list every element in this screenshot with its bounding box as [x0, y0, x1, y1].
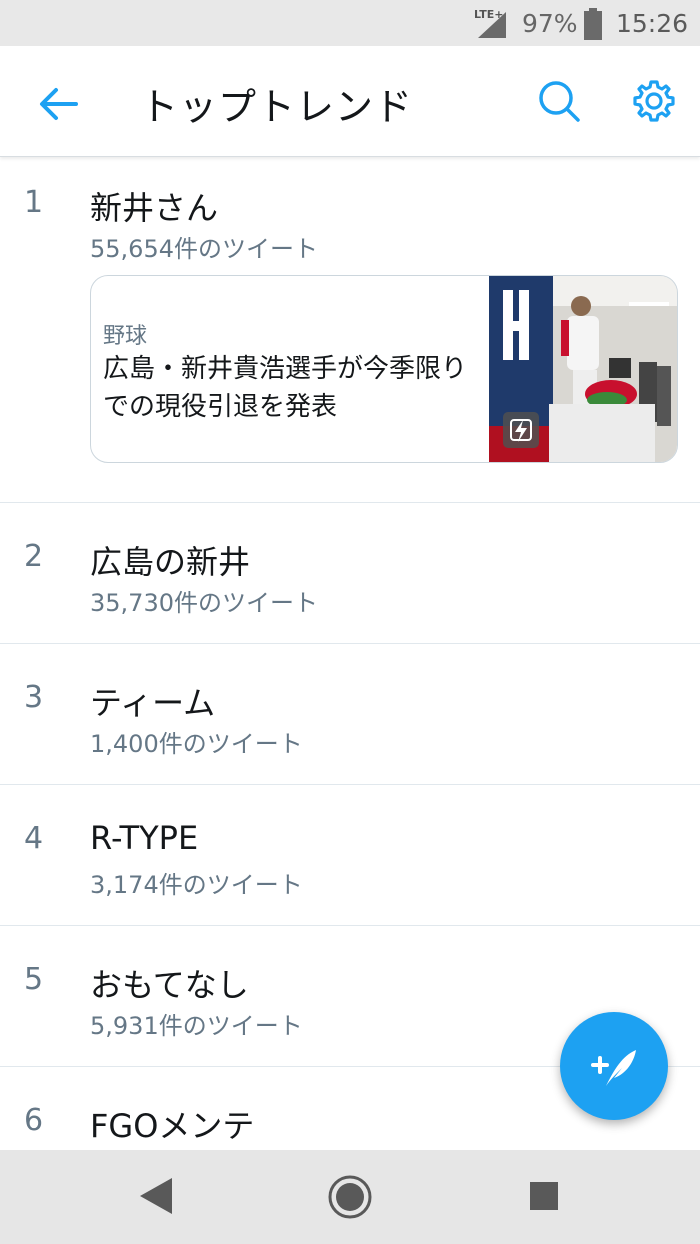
trend-rank: 3	[24, 680, 44, 715]
compose-button[interactable]	[560, 1012, 668, 1120]
trend-tweet-count: 5,931件のツイート	[90, 1012, 303, 1040]
trend-name: 新井さん	[90, 189, 219, 227]
trend-tweet-count: 35,730件のツイート	[90, 589, 318, 617]
trend-rank: 1	[24, 185, 44, 220]
trend-rank: 4	[24, 821, 44, 856]
trend-item[interactable]: 4 R-TYPE 3,174件のツイート	[0, 785, 700, 926]
trend-rank: 2	[24, 539, 44, 574]
nav-back-icon[interactable]	[138, 1176, 174, 1216]
page-title: トップトレンド	[140, 85, 414, 129]
nav-recents-icon[interactable]	[530, 1182, 558, 1210]
trend-tweet-count: 55,654件のツイート	[90, 235, 318, 263]
signal-icon	[478, 12, 506, 38]
trend-name: ティーム	[90, 684, 216, 722]
back-arrow-icon[interactable]	[36, 82, 80, 126]
trend-tweet-count: 1,400件のツイート	[90, 730, 303, 758]
clock: 15:26	[616, 9, 689, 38]
lightning-icon	[503, 412, 539, 448]
compose-tweet-icon	[591, 1050, 636, 1086]
nav-home-icon[interactable]	[327, 1174, 373, 1220]
card-category: 野球	[103, 324, 148, 349]
trend-rank: 5	[24, 962, 44, 997]
moment-card[interactable]: 野球 広島・新井貴浩選手が今季限りでの現役引退を発表	[90, 275, 678, 463]
trend-item[interactable]: 2 広島の新井 35,730件のツイート	[0, 503, 700, 644]
battery-icon	[584, 8, 602, 40]
trend-name: おもてなし	[90, 966, 249, 1004]
system-nav-bar	[0, 1150, 700, 1244]
trend-tweet-count: 3,174件のツイート	[90, 871, 303, 899]
status-bar: LTE+ 97% 15:26	[0, 0, 700, 46]
trend-item[interactable]: 1 新井さん 55,654件のツイート 野球 広島・新井貴浩選手が今季限りでの現…	[0, 157, 700, 503]
card-photo	[489, 276, 677, 462]
search-icon[interactable]	[536, 78, 582, 124]
gear-icon[interactable]	[630, 78, 676, 124]
trend-name: FGOメンテ	[90, 1107, 255, 1145]
trend-item[interactable]: 3 ティーム 1,400件のツイート	[0, 644, 700, 785]
trend-name: 広島の新井	[90, 543, 251, 581]
trend-rank: 6	[24, 1103, 44, 1138]
trend-name: R-TYPE	[90, 819, 199, 857]
battery-percent: 97%	[522, 9, 578, 38]
card-headline: 広島・新井貴浩選手が今季限りでの現役引退を発表	[103, 354, 468, 422]
app-bar: トップトレンド	[0, 46, 700, 157]
